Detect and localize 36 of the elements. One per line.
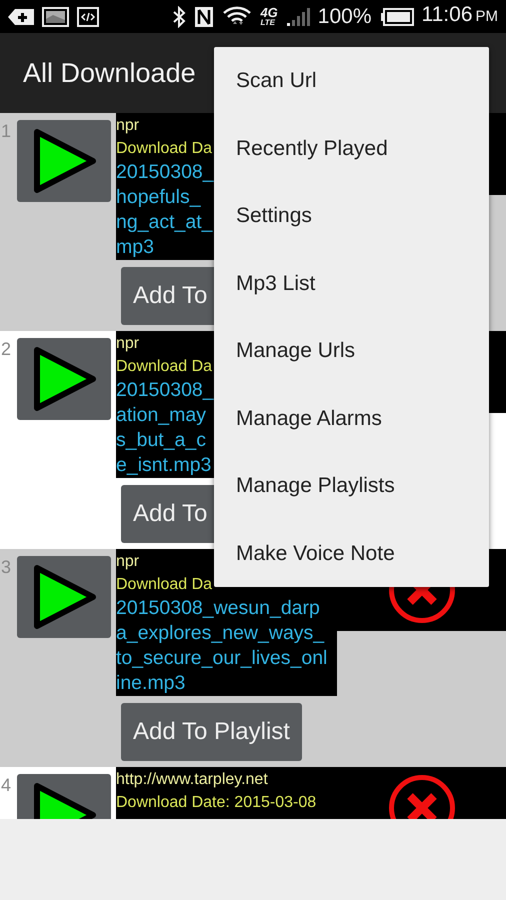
- clock-time: 11:06: [422, 4, 472, 26]
- clock-ampm: PM: [476, 7, 498, 28]
- signal-icon: [286, 6, 310, 26]
- add-to-playlist-button[interactable]: Add To Playlist: [121, 703, 302, 761]
- code-icon: [77, 6, 99, 26]
- nfc-icon: [194, 6, 214, 28]
- menu-item[interactable]: Settings: [214, 182, 489, 250]
- tag-plus-icon: [8, 8, 34, 26]
- row-number: 2: [0, 338, 12, 361]
- download-date: Download Da: [116, 575, 212, 595]
- battery-percent: 100%: [318, 6, 372, 27]
- source-text: npr: [116, 116, 140, 136]
- menu-item[interactable]: Manage Alarms: [214, 384, 489, 452]
- network-label: 4G: [260, 6, 278, 19]
- row-number: 3: [0, 556, 12, 579]
- filename-link[interactable]: 20150308_ ation_may s_but_a_c e_isnt.mp3: [116, 378, 214, 478]
- source-text: http://www.tarpley.net: [116, 770, 268, 790]
- menu-item[interactable]: Recently Played: [214, 114, 489, 182]
- play-button[interactable]: [17, 120, 111, 202]
- filename-link[interactable]: 20150308_wesun_darp a_explores_new_ways_ to_secure_our_lives_onl ine.mp3: [116, 596, 328, 696]
- row-number: 4: [0, 774, 12, 797]
- image-icon: [42, 6, 69, 26]
- download-date: Download Date: 2015-03-08: [116, 793, 316, 813]
- app-title: All Downloade: [23, 56, 196, 90]
- source-text: npr: [116, 552, 140, 572]
- bluetooth-icon: [172, 6, 186, 28]
- play-button[interactable]: [17, 338, 111, 420]
- filename-link[interactable]: 20150308_ hopefuls_ ng_act_at_ mp3: [116, 160, 214, 260]
- play-button[interactable]: [17, 556, 111, 638]
- menu-item[interactable]: Scan Url: [214, 47, 489, 114]
- network-sublabel: LTE: [260, 19, 276, 27]
- source-text: npr: [116, 334, 140, 354]
- row-number: 1: [0, 120, 12, 143]
- battery-icon: [380, 8, 414, 26]
- download-date: Download Da: [116, 357, 212, 377]
- download-date: Download Da: [116, 139, 212, 159]
